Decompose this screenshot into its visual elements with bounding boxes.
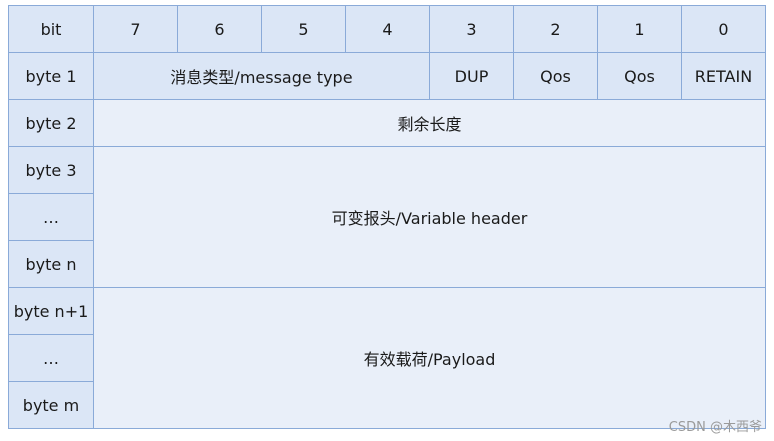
byte-bit-table: bit 7 6 5 4 3 2 1 0 byte 1 消息类型/message … <box>8 5 766 429</box>
bit-6-cell: 6 <box>177 5 262 53</box>
byte3-label: byte 3 <box>8 146 94 194</box>
bit-5-cell: 5 <box>261 5 346 53</box>
byte-n1-label: byte n+1 <box>8 287 94 335</box>
csdn-watermark: CSDN @木西爷 <box>668 420 762 435</box>
bit-0-cell: 0 <box>681 5 766 53</box>
bit-3-cell: 3 <box>429 5 514 53</box>
variable-header-cell: 可变报头/Variable header <box>93 146 766 288</box>
byte1-row: byte 1 消息类型/message type DUP Qos Qos RET… <box>8 52 766 100</box>
retain-cell: RETAIN <box>681 52 766 100</box>
payload-row-1: byte n+1 有效载荷/Payload <box>8 287 766 429</box>
variable-header-row-1: byte 3 可变报头/Variable header <box>8 146 766 288</box>
remaining-length-cell: 剩余长度 <box>93 99 766 147</box>
byte-n-label: byte n <box>8 240 94 288</box>
byte2-label: byte 2 <box>8 99 94 147</box>
message-type-cell: 消息类型/message type <box>93 52 430 100</box>
byte1-label: byte 1 <box>8 52 94 100</box>
bit-header-row: bit 7 6 5 4 3 2 1 0 <box>8 5 766 53</box>
byte-m-label: byte m <box>8 381 94 429</box>
qos-cell-b: Qos <box>597 52 682 100</box>
dup-cell: DUP <box>429 52 514 100</box>
bit-label-cell: bit <box>8 5 94 53</box>
bit-7-cell: 7 <box>93 5 178 53</box>
payload-cell: 有效载荷/Payload <box>93 287 766 429</box>
bit-4-cell: 4 <box>345 5 430 53</box>
payload-ellipsis-label: … <box>8 334 94 382</box>
bit-2-cell: 2 <box>513 5 598 53</box>
qos-cell-a: Qos <box>513 52 598 100</box>
mqtt-fixed-header-diagram: bit 7 6 5 4 3 2 1 0 byte 1 消息类型/message … <box>8 5 766 434</box>
bit-1-cell: 1 <box>597 5 682 53</box>
byte2-row: byte 2 剩余长度 <box>8 99 766 147</box>
variable-ellipsis-label: … <box>8 193 94 241</box>
